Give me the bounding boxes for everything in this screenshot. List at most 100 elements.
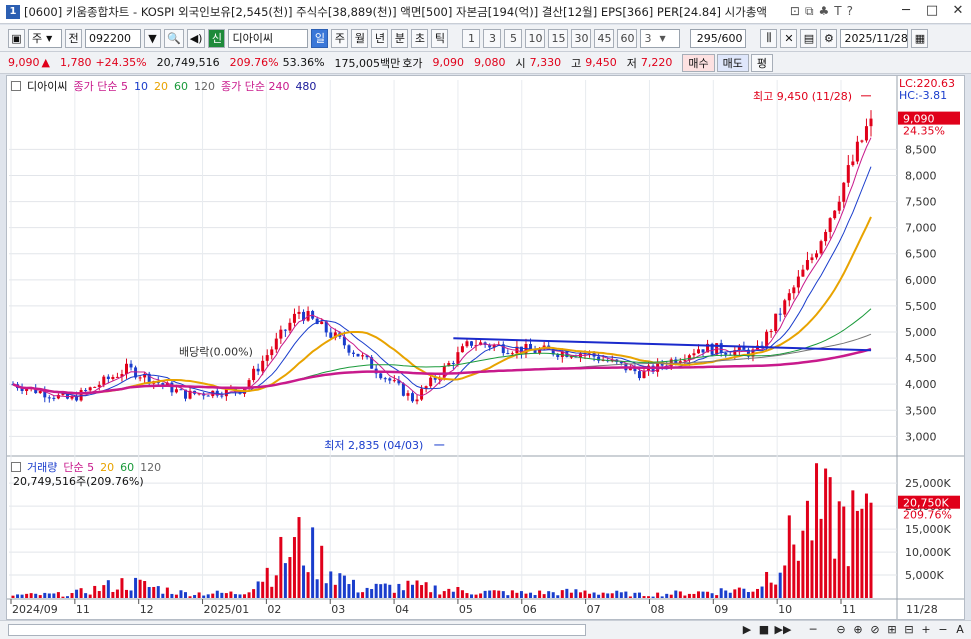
price-volume-chart[interactable]: 8,500 8,000 7,500 7,000 6,500 6,000 5,500 5,000… <box>7 76 964 619</box>
volume-bar <box>642 596 646 598</box>
volume-bar <box>56 592 60 598</box>
close-button[interactable]: ✕ <box>945 0 971 23</box>
candle-type-icon[interactable]: ⫼ <box>760 28 778 48</box>
volume-bar <box>678 591 682 598</box>
volume-bar <box>842 506 846 598</box>
count-field[interactable]: 295/600 <box>690 28 747 48</box>
volume-bar <box>447 588 451 598</box>
calendar-icon[interactable]: ▦ <box>911 28 929 48</box>
crosshair-icon[interactable]: ✕ <box>780 28 798 48</box>
interval-select[interactable]: 3 ▼ <box>640 28 681 48</box>
volume-bar <box>220 592 224 598</box>
volume-bar <box>538 590 542 598</box>
date-field[interactable]: 2025/11/28 <box>840 28 909 48</box>
x-tick-label: 07 <box>587 603 601 616</box>
candle-body <box>97 384 101 387</box>
interval-1[interactable]: 1 <box>462 28 481 48</box>
candle-body <box>320 321 324 325</box>
new-button[interactable]: 신 <box>208 28 226 48</box>
minimize-button[interactable]: ─ <box>893 0 919 23</box>
status-bar: ▶ ■ ▶▶ ─ ⊖ ⊕ ⊘ ⊞ ⊟ + − A <box>0 620 971 639</box>
scroll-right-icon[interactable]: ▶ <box>740 622 754 637</box>
eval-button[interactable]: 평 <box>750 53 774 72</box>
interval-30[interactable]: 30 <box>571 28 592 48</box>
buy-button[interactable]: 매수 <box>682 53 715 72</box>
club-icon[interactable]: ♣ <box>819 4 830 19</box>
volume-bar <box>52 593 56 598</box>
volume-bar <box>601 592 605 598</box>
candle-body <box>88 387 92 391</box>
grid-icon[interactable]: ⊞ <box>885 622 899 637</box>
stock-name-field[interactable]: 디아이씨 <box>228 28 309 48</box>
prev-button[interactable]: 전 <box>65 28 82 48</box>
maximize-button[interactable]: □ <box>919 0 945 23</box>
zoom-in-icon[interactable]: ⊕ <box>851 622 865 637</box>
tab-month[interactable]: 월 <box>351 28 369 48</box>
volume-tick-label: 15,000K <box>905 523 951 536</box>
tab-second[interactable]: 초 <box>411 28 429 48</box>
copy-icon[interactable]: ⧉ <box>805 4 814 19</box>
tab-day[interactable]: 일 <box>311 28 329 48</box>
plus-icon[interactable]: + <box>919 622 933 637</box>
tab-year[interactable]: 년 <box>371 28 389 48</box>
volume-bar <box>533 595 537 598</box>
volume-bar <box>111 591 115 598</box>
stock-code-input[interactable]: 092200 <box>85 28 141 48</box>
search-icon[interactable]: 🔍 <box>164 28 184 48</box>
candle-body <box>297 311 301 314</box>
interval-15[interactable]: 15 <box>548 28 569 48</box>
volume-bar <box>306 572 310 598</box>
save-icon[interactable]: ▤ <box>800 28 818 48</box>
interval-3[interactable]: 3 <box>483 28 502 48</box>
interval-45[interactable]: 45 <box>594 28 615 48</box>
panel-icon[interactable]: ⊟ <box>902 622 916 637</box>
tab-tick[interactable]: 틱 <box>431 28 449 48</box>
volume-bar <box>769 582 773 598</box>
interval-10[interactable]: 10 <box>525 28 546 48</box>
zoom-slider[interactable]: ─ <box>795 622 831 637</box>
tab-minute[interactable]: 분 <box>391 28 409 48</box>
sell-button[interactable]: 매도 <box>716 53 749 72</box>
volume-bar <box>488 590 492 598</box>
chart-area[interactable]: 8,500 8,000 7,500 7,000 6,500 6,000 5,500 5,000… <box>6 75 965 620</box>
legend-box-icon <box>11 462 21 472</box>
fast-forward-icon[interactable]: ▶▶ <box>774 622 792 637</box>
tab-week[interactable]: 주 <box>331 28 349 48</box>
volume-bar <box>401 590 405 598</box>
candle-body <box>783 300 787 315</box>
stop-icon[interactable]: ■ <box>757 622 771 637</box>
candle-body <box>383 378 387 380</box>
x-tick-label: 04 <box>395 603 409 616</box>
zoom-out-icon[interactable]: ⊖ <box>834 622 848 637</box>
reset-icon[interactable]: ⊘ <box>868 622 882 637</box>
volume-bar <box>506 595 510 598</box>
speaker-icon[interactable]: ◀) <box>186 28 206 48</box>
volume-bar <box>510 590 514 598</box>
interval-5[interactable]: 5 <box>504 28 523 48</box>
period-select[interactable]: 주 ▼ <box>28 28 62 48</box>
bid-price: 9,080 <box>474 56 506 69</box>
horizontal-scrollbar[interactable] <box>8 624 586 636</box>
volume-bar <box>379 584 383 598</box>
volume-bar <box>792 544 796 598</box>
current-vol-pct-text: 209.76% <box>903 509 952 522</box>
high-price: 9,450 <box>585 56 617 69</box>
candle-body <box>869 118 873 127</box>
trade-amount: 175,005백만 <box>334 56 401 70</box>
volume-bar <box>696 591 700 598</box>
open-label: 시 <box>515 56 526 70</box>
layout-icon[interactable]: ⊡ <box>790 4 800 19</box>
help-icon[interactable]: ? <box>847 4 853 19</box>
volume-bar <box>224 593 228 598</box>
text-icon[interactable]: T <box>834 4 841 19</box>
toggle-panel-icon[interactable]: ▣ <box>8 28 25 48</box>
interval-60[interactable]: 60 <box>617 28 638 48</box>
gear-icon[interactable]: ⚙ <box>820 28 838 48</box>
minus-icon[interactable]: − <box>936 622 950 637</box>
auto-icon[interactable]: A <box>953 622 967 637</box>
volume-bar <box>215 590 219 598</box>
code-dropdown-icon[interactable]: ▼ <box>144 28 161 48</box>
volume-bar <box>746 592 750 598</box>
candle-body <box>828 218 832 232</box>
volume-bar <box>179 590 183 598</box>
